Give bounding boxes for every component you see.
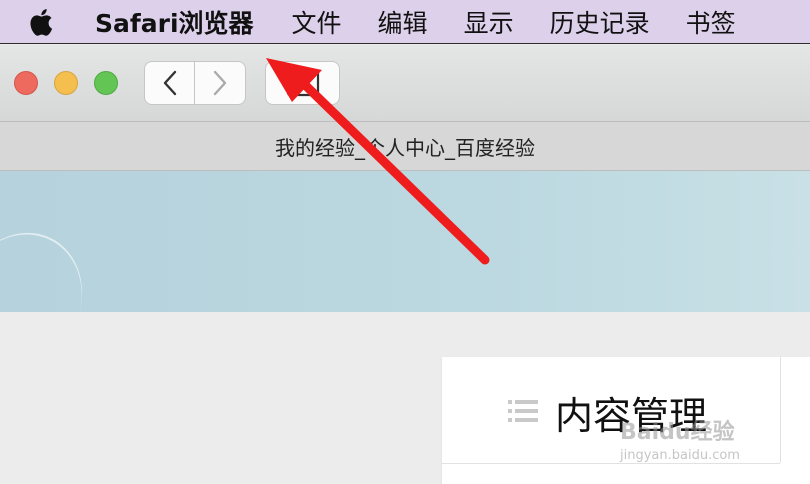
banner-decoration <box>0 212 105 312</box>
menu-view[interactable]: 显示 <box>464 4 514 40</box>
back-button[interactable] <box>144 61 195 105</box>
menu-file[interactable]: 文件 <box>292 4 342 40</box>
zoom-window-button[interactable] <box>94 71 118 95</box>
minimize-window-button[interactable] <box>54 71 78 95</box>
watermark-sub: jingyan.baidu.com <box>620 448 740 463</box>
card-divider <box>780 357 781 463</box>
browser-toolbar <box>0 45 810 121</box>
tab-bar: 我的经验_个人中心_百度经验 <box>0 121 810 171</box>
close-window-button[interactable] <box>14 71 38 95</box>
menu-edit[interactable]: 编辑 <box>378 4 428 40</box>
list-icon <box>508 400 538 422</box>
menu-app-safari[interactable]: Safari浏览器 <box>95 4 254 40</box>
sidebar-toggle-button[interactable] <box>265 61 340 105</box>
menu-history[interactable]: 历史记录 <box>550 4 650 40</box>
watermark-main: Baidu经验 <box>620 420 735 445</box>
page-banner <box>0 171 810 312</box>
forward-button[interactable] <box>195 61 246 105</box>
baidu-watermark: Baidu经验 jingyan.baidu.com <box>620 414 740 463</box>
card-bottom-border <box>442 463 780 464</box>
chevron-right-icon <box>213 70 227 96</box>
menu-bar: Safari浏览器 文件 编辑 显示 历史记录 书签 <box>0 0 810 44</box>
apple-logo-icon[interactable] <box>27 7 53 37</box>
chevron-left-icon <box>163 70 176 96</box>
tab-title[interactable]: 我的经验_个人中心_百度经验 <box>275 132 535 161</box>
menu-bookmarks[interactable]: 书签 <box>686 4 736 40</box>
sidebar-icon <box>286 69 319 97</box>
